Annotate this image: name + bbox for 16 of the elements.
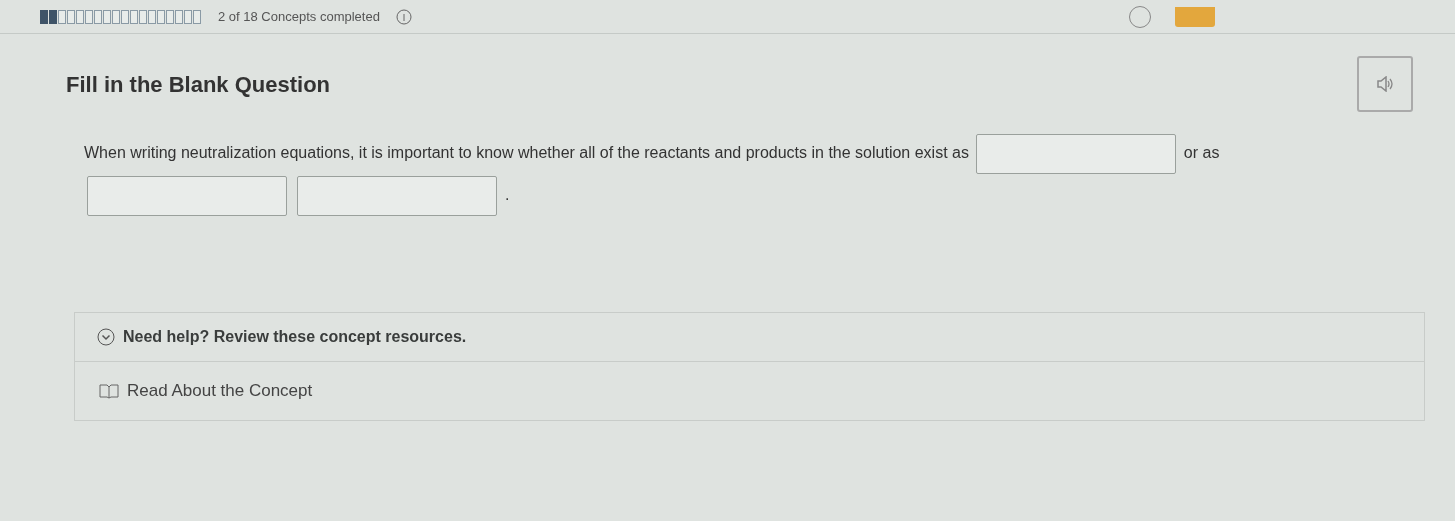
progress-text: 2 of 18 Concepts completed — [218, 7, 380, 26]
question-title: Fill in the Blank Question — [66, 70, 331, 99]
help-heading[interactable]: Need help? Review these concept resources. — [123, 325, 467, 349]
resource-link[interactable]: Read About the Concept — [127, 378, 313, 404]
answer-field[interactable] — [87, 175, 287, 216]
answer-field[interactable] — [976, 133, 1177, 174]
info-icon[interactable] — [395, 8, 412, 25]
question-text: When writing neutralization equations, it is important to know whether all of the reactants and products in the solution exist as — [84, 144, 969, 161]
book-icon — [99, 382, 119, 399]
answer-field[interactable] — [297, 175, 498, 216]
alert-button[interactable] — [1175, 6, 1215, 27]
question-text: . — [504, 185, 510, 203]
audio-button[interactable] — [1357, 56, 1413, 112]
speaker-icon — [1376, 76, 1394, 92]
collapse-icon[interactable] — [97, 328, 115, 346]
question-text: or as — [1183, 144, 1220, 161]
